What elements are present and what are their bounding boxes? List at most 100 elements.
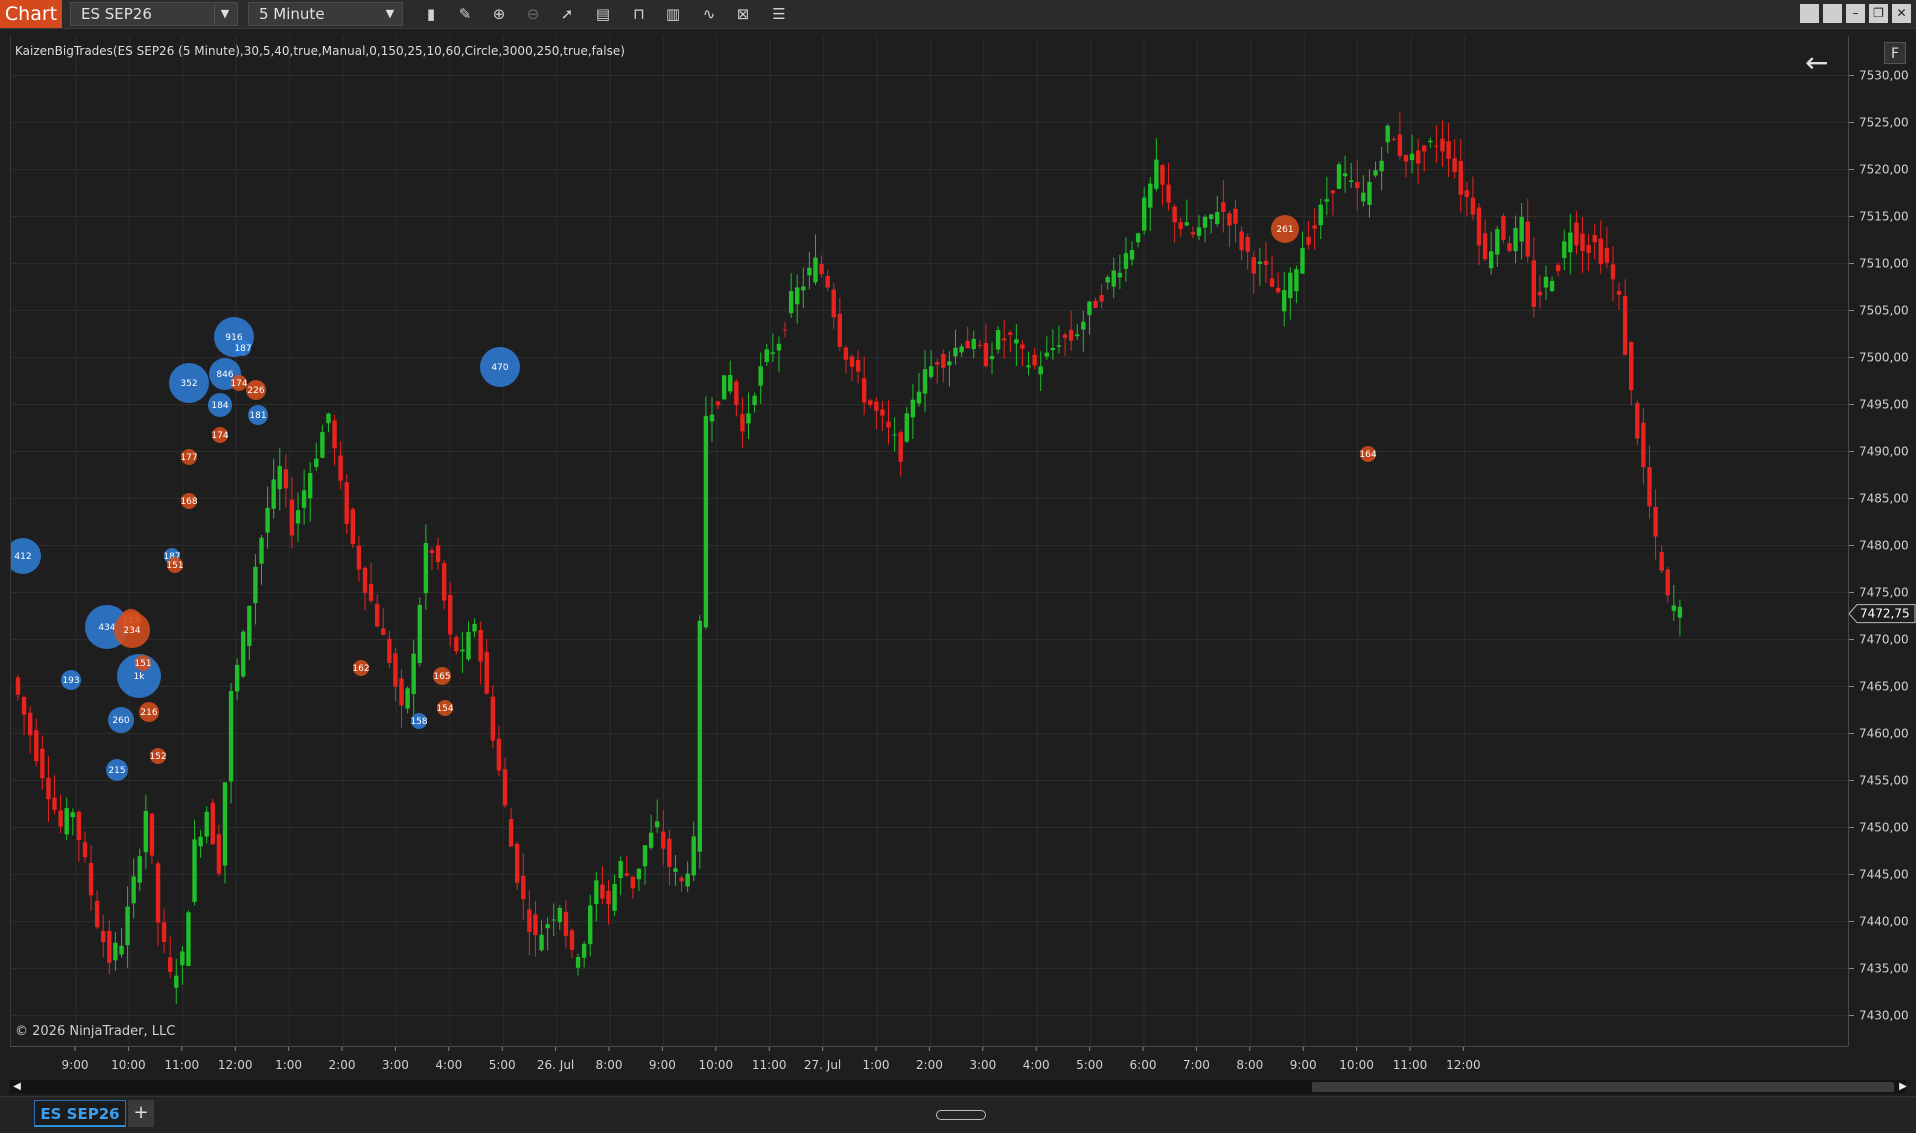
chevron-down-icon[interactable]: ▼ — [380, 4, 400, 24]
bar-type-icon[interactable]: ▮ — [420, 4, 442, 24]
price-tick-label: 7465,00 — [1859, 680, 1909, 694]
indicator-label: KaizenBigTrades(ES SEP26 (5 Minute),30,5… — [15, 44, 625, 58]
minimize-icon[interactable]: – — [1846, 4, 1865, 23]
candle-body — [1598, 238, 1603, 265]
resize-grip[interactable] — [936, 1110, 986, 1120]
time-tick-label: 1:00 — [275, 1058, 302, 1072]
instrument-selector[interactable]: ES SEP26 ▼ — [70, 2, 238, 26]
price-tick-label: 7525,00 — [1859, 116, 1909, 130]
candle-body — [222, 782, 228, 866]
time-tick-label: 12:00 — [218, 1058, 253, 1072]
candle-body — [119, 945, 124, 955]
indicators-icon[interactable]: ∿ — [698, 4, 720, 24]
candle-body — [965, 340, 970, 349]
tab-es-sep26[interactable]: ES SEP26 — [34, 1100, 126, 1127]
candle-body — [344, 482, 349, 524]
data-box-icon[interactable]: ▤ — [592, 4, 614, 24]
trade-bubble-label: 470 — [491, 363, 508, 373]
candle-body — [752, 395, 757, 405]
time-axis[interactable]: 9:00 10:00 11:00 12:00 1:00 2:00 3:00 4:00 5:00 2… — [10, 1046, 1848, 1077]
candle-body — [995, 330, 1001, 350]
period-value: 5 Minute — [259, 5, 325, 23]
time-tick-label: 8:00 — [596, 1058, 623, 1072]
candle-body — [1142, 197, 1147, 231]
trade-bubble-label: 184 — [211, 401, 228, 411]
f-button[interactable]: F — [1884, 42, 1906, 64]
price-tick-label: 7520,00 — [1859, 163, 1909, 177]
candle-body — [1458, 161, 1463, 195]
candle-body — [1525, 221, 1530, 257]
tile-icon[interactable] — [1823, 4, 1842, 23]
candle-body — [508, 819, 514, 847]
candle-body — [155, 863, 161, 923]
candle-body — [941, 354, 946, 368]
chevron-down-icon[interactable]: ▼ — [214, 4, 235, 24]
candle-body — [192, 839, 197, 902]
restore-icon[interactable]: ❐ — [1869, 4, 1888, 23]
period-selector[interactable]: 5 Minute ▼ — [248, 2, 403, 26]
candle-body — [1318, 204, 1323, 226]
candle-body — [1415, 150, 1421, 164]
candle-body — [1604, 247, 1610, 263]
candle-body — [776, 343, 782, 351]
scroll-right-icon[interactable]: ▶ — [1896, 1080, 1910, 1094]
candle-body — [167, 957, 173, 972]
candle-body — [1446, 141, 1451, 159]
candle-body — [1056, 345, 1062, 347]
app-title: Chart — [0, 0, 62, 28]
candle-body — [1513, 227, 1518, 252]
time-tick-label: 4:00 — [1023, 1058, 1050, 1072]
candle-body — [70, 812, 75, 818]
list-icon[interactable]: ☰ — [768, 4, 790, 24]
candle-body — [825, 275, 830, 288]
candle-body — [874, 401, 879, 411]
candle-body — [314, 458, 319, 468]
candle-body — [332, 420, 337, 449]
scroll-left-icon[interactable]: ◀ — [10, 1080, 24, 1094]
time-tick-label: 3:00 — [382, 1058, 409, 1072]
price-chart[interactable]: 4121934342602151k21323415121615218715116… — [5, 36, 1849, 1046]
tile-icon[interactable] — [1800, 4, 1819, 23]
candle-body — [953, 347, 958, 357]
add-tab-button[interactable]: + — [128, 1100, 154, 1127]
zoom-in-icon[interactable]: ⊕ — [488, 4, 510, 24]
candle-body — [758, 366, 763, 386]
trade-bubble-label: 261 — [1276, 225, 1293, 235]
candle-body — [27, 712, 33, 736]
strategies-icon[interactable]: ▥ — [662, 4, 684, 24]
zoom-out-icon[interactable]: ⊖ — [522, 4, 544, 24]
pencil-icon[interactable]: ✎ — [454, 4, 476, 24]
templates-icon[interactable]: ⊠ — [732, 4, 754, 24]
candle-body — [1178, 222, 1183, 229]
trade-bubble-label: 1k — [134, 672, 146, 682]
candle-body — [1148, 183, 1153, 208]
candle-body — [1622, 296, 1628, 355]
properties-icon[interactable]: ⊓ — [628, 4, 650, 24]
candle-body — [1476, 207, 1482, 246]
time-tick-label: 10:00 — [111, 1058, 146, 1072]
candle-body — [107, 930, 112, 963]
candle-body — [1635, 403, 1640, 439]
candle-body — [1580, 233, 1585, 252]
back-arrow-icon[interactable]: ← — [1805, 46, 1828, 79]
candle-body — [563, 911, 569, 936]
candle-body — [1507, 243, 1512, 252]
candle-body — [441, 563, 447, 601]
price-axis[interactable]: 7530,00 7525,00 7520,00 7515,00 7510,00 7505,… — [1848, 36, 1916, 1046]
time-tick-label: 4:00 — [435, 1058, 462, 1072]
candle-body — [1391, 139, 1396, 141]
candle-body — [880, 409, 885, 416]
candle-body — [1111, 270, 1116, 287]
scroll-thumb[interactable] — [1312, 1082, 1894, 1092]
candle-body — [174, 975, 179, 988]
candle-body — [600, 884, 605, 899]
pointer-icon[interactable]: ➚ — [556, 4, 578, 24]
price-axis-labels: 7530,00 7525,00 7520,00 7515,00 7510,00 7505,… — [1848, 69, 1916, 1023]
trade-bubble-label: 181 — [249, 411, 266, 421]
candle-body — [916, 391, 922, 404]
close-icon[interactable]: ✕ — [1892, 4, 1911, 23]
chart-panel[interactable]: 4121934342602151k21323415121615218715116… — [5, 36, 1849, 1046]
candle-body — [1020, 344, 1025, 349]
candle-body — [807, 267, 812, 276]
candle-body — [709, 414, 715, 422]
